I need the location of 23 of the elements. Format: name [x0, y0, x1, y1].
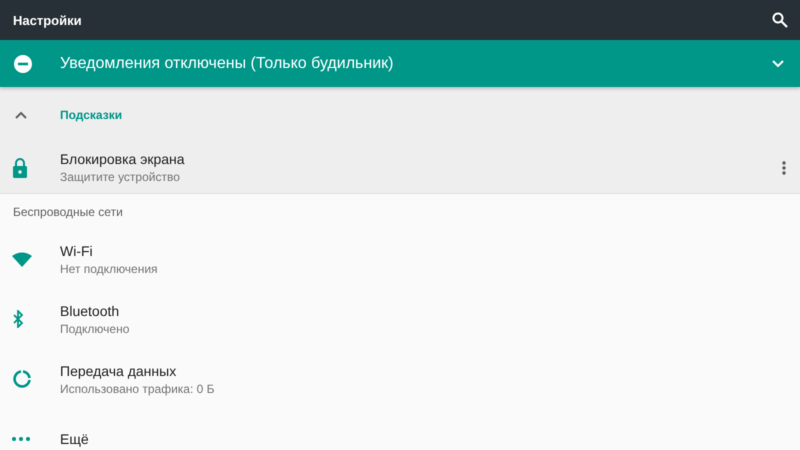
- notification-banner[interactable]: Уведомления отключены (Только будильник): [0, 40, 800, 87]
- wifi-icon: [12, 252, 32, 266]
- chevron-icon[interactable]: [15, 110, 27, 118]
- data-usage-icon: [12, 369, 32, 389]
- suggestions-title: Подсказки: [60, 108, 122, 122]
- setting-subtitle: Использовано трафика: 0 Б: [60, 382, 216, 396]
- suggestion-subtitle: Защитите устройство: [60, 170, 181, 184]
- setting-title[interactable]: Bluetooth: [60, 302, 786, 318]
- suggestion-title[interactable]: Блокировка экрана: [60, 151, 782, 167]
- overflow-menu-icon[interactable]: [782, 160, 786, 174]
- setting-title[interactable]: Wi-Fi: [60, 242, 786, 258]
- section-header: Беспроводные сети: [13, 204, 123, 218]
- setting-subtitle: Подключено: [60, 322, 130, 336]
- search-icon[interactable]: [772, 12, 788, 28]
- do-not-disturb-icon: [14, 54, 32, 72]
- setting-subtitle: Нет подключения: [60, 262, 159, 276]
- bluetooth-icon: [12, 310, 24, 328]
- lock-icon: [12, 158, 28, 178]
- setting-title[interactable]: Передача данных: [60, 362, 786, 378]
- more-icon: [12, 437, 30, 441]
- setting-title[interactable]: Ещё: [60, 431, 786, 447]
- banner-text: Уведомления отключены (Только будильник): [60, 54, 394, 72]
- toolbar-title: Настройки: [13, 12, 82, 28]
